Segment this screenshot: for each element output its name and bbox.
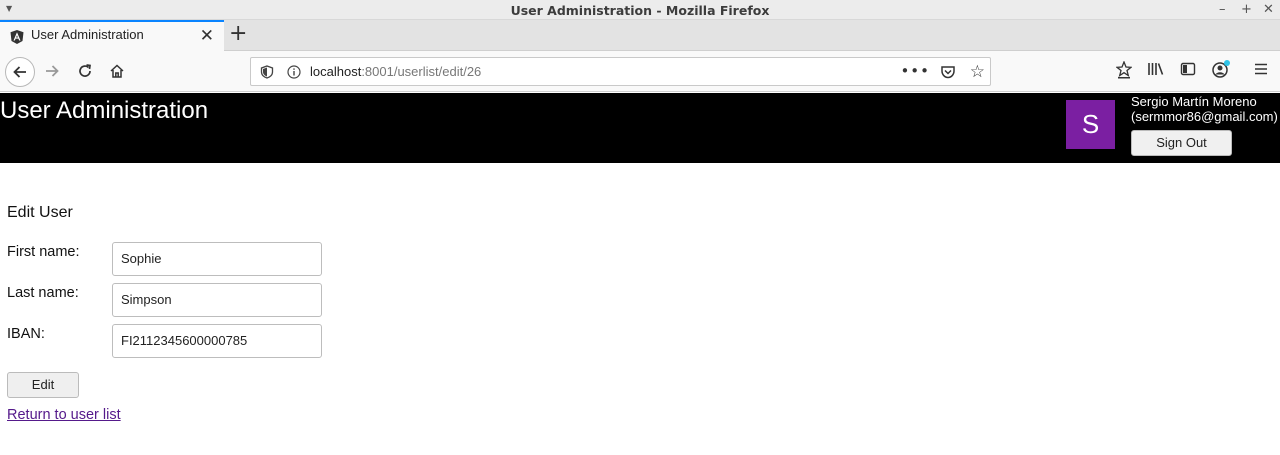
user-name: Sergio Martín Moreno	[1131, 94, 1257, 109]
edit-button[interactable]: Edit	[7, 372, 79, 398]
tab-user-administration[interactable]: User Administration ✕	[0, 20, 224, 51]
home-icon	[110, 64, 124, 78]
pocket-icon[interactable]	[940, 64, 956, 80]
window-titlebar: ▼ User Administration - Mozilla Firefox …	[0, 0, 1280, 20]
reload-button[interactable]	[71, 57, 99, 85]
iban-label: IBAN:	[7, 326, 45, 342]
close-window-icon[interactable]: ✕	[1263, 2, 1274, 17]
tracking-shield-icon[interactable]	[260, 65, 274, 79]
angular-favicon-icon	[10, 30, 24, 44]
saved-to-library-icon[interactable]	[1116, 61, 1132, 79]
new-tab-icon[interactable]: +	[229, 21, 247, 46]
edit-user-form: Edit User First name: Sophie Last name: …	[0, 163, 1280, 455]
tab-strip: User Administration ✕ +	[0, 20, 1280, 51]
library-icon[interactable]	[1147, 61, 1165, 77]
page-actions-icon[interactable]: •••	[900, 62, 930, 80]
app-header: User Administration S Sergio Martín More…	[0, 93, 1280, 163]
form-title: Edit User	[7, 204, 73, 221]
url-bar[interactable]: localhost:8001/userlist/edit/26 ••• ☆	[250, 57, 991, 86]
site-info-icon[interactable]	[287, 65, 301, 79]
user-email: (sermmor86@gmail.com)	[1131, 109, 1278, 124]
hamburger-menu-icon[interactable]	[1253, 61, 1269, 77]
url-text[interactable]: localhost:8001/userlist/edit/26	[310, 64, 481, 79]
url-path: :8001/userlist/edit/26	[361, 64, 482, 79]
tab-close-icon[interactable]: ✕	[200, 26, 214, 46]
first-name-label: First name:	[7, 244, 80, 260]
minimize-icon[interactable]: –	[1219, 2, 1226, 17]
first-name-field[interactable]: Sophie	[112, 242, 322, 276]
navigation-bar: localhost:8001/userlist/edit/26 ••• ☆	[0, 51, 1280, 92]
avatar: S	[1066, 100, 1115, 149]
reload-icon	[79, 64, 91, 77]
app-title: User Administration	[0, 97, 209, 124]
window-title: User Administration - Mozilla Firefox	[510, 3, 770, 18]
last-name-label: Last name:	[7, 285, 79, 301]
back-arrow-icon	[13, 66, 26, 78]
back-button[interactable]	[5, 57, 35, 87]
forward-arrow-icon	[46, 65, 59, 77]
tab-label: User Administration	[31, 27, 144, 42]
forward-button[interactable]	[38, 57, 66, 85]
url-host: localhost	[310, 64, 362, 79]
account-icon[interactable]	[1211, 59, 1231, 79]
last-name-field[interactable]: Simpson	[112, 283, 322, 317]
sidebar-toggle-icon[interactable]	[1180, 61, 1196, 77]
bookmark-star-icon[interactable]: ☆	[970, 62, 985, 82]
sign-out-button[interactable]: Sign Out	[1131, 130, 1232, 156]
home-button[interactable]	[103, 57, 131, 85]
return-to-user-list-link[interactable]: Return to user list	[7, 407, 121, 423]
maximize-icon[interactable]: +	[1241, 2, 1252, 17]
iban-field[interactable]: FI2112345600000785	[112, 324, 322, 358]
